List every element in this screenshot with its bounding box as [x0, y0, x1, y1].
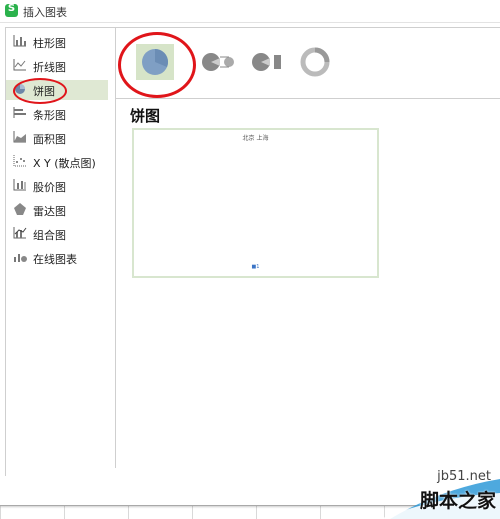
chart-main-panel: 饼图 北京 上海 ■1 — [116, 28, 500, 474]
chart-subtype-row — [116, 28, 500, 99]
combo-chart-icon — [13, 227, 27, 239]
bar-chart-icon — [13, 107, 26, 118]
sidebar-item-label: X Y (散点图) — [33, 157, 96, 170]
subtype-bar-of-pie[interactable] — [248, 44, 286, 80]
sidebar-item-online[interactable]: 在线图表 — [6, 248, 115, 268]
line-chart-icon — [13, 59, 26, 71]
dialog-title: 插入图表 — [23, 6, 67, 19]
sidebar-item-column[interactable]: 柱形图 — [6, 32, 115, 52]
spreadsheet-app-icon — [5, 3, 18, 17]
chart-preview[interactable]: 北京 上海 ■1 — [132, 128, 379, 278]
sidebar-item-label: 柱形图 — [33, 37, 66, 50]
watermark-url: jb51.net — [437, 469, 491, 484]
title-bar: 插入图表 — [0, 0, 500, 23]
sidebar-item-label: 折线图 — [33, 61, 66, 74]
section-title: 饼图 — [130, 107, 161, 125]
preview-legend: ■1 — [251, 264, 260, 270]
radar-chart-icon — [14, 203, 26, 215]
pie-of-pie-icon — [202, 53, 234, 71]
insert-chart-dialog: 插入图表 柱形图 折线图 饼图 — [0, 0, 500, 506]
dialog-body: 柱形图 折线图 饼图 条形图 面积图 X Y (散点图) 股价图 雷达图 组合图… — [5, 27, 500, 477]
sidebar-item-label: 组合图 — [33, 229, 66, 242]
subtype-doughnut[interactable] — [296, 44, 334, 80]
doughnut-icon — [300, 47, 330, 77]
column-chart-icon — [13, 35, 26, 47]
scatter-chart-icon — [13, 155, 26, 167]
sidebar-item-label: 面积图 — [33, 133, 66, 146]
online-chart-icon — [14, 254, 27, 262]
sidebar-item-line[interactable]: 折线图 — [6, 56, 115, 76]
stock-chart-icon — [13, 179, 26, 191]
watermark: jb51.net 脚本之家 — [380, 449, 500, 519]
sidebar-item-label: 条形图 — [33, 109, 66, 122]
highlight-circle-subtype — [118, 32, 196, 98]
sidebar-item-scatter[interactable]: X Y (散点图) — [6, 152, 115, 172]
sidebar-item-area[interactable]: 面积图 — [6, 128, 115, 148]
watermark-brand: 脚本之家 — [419, 490, 496, 512]
preview-chart-title: 北京 上海 — [242, 135, 269, 142]
sidebar-item-stock[interactable]: 股价图 — [6, 176, 115, 196]
area-chart-icon — [13, 131, 26, 143]
sidebar-item-label: 在线图表 — [33, 253, 77, 266]
sidebar-item-combo[interactable]: 组合图 — [6, 224, 115, 244]
sidebar-item-radar[interactable]: 雷达图 — [6, 200, 115, 220]
highlight-circle-sidebar — [13, 78, 67, 104]
sidebar-item-bar[interactable]: 条形图 — [6, 104, 115, 124]
bar-of-pie-icon — [252, 53, 281, 71]
chart-type-sidebar: 柱形图 折线图 饼图 条形图 面积图 X Y (散点图) 股价图 雷达图 组合图… — [6, 28, 116, 468]
sidebar-item-label: 雷达图 — [33, 205, 66, 218]
sidebar-item-label: 股价图 — [33, 181, 66, 194]
subtype-pie-of-pie[interactable] — [200, 44, 238, 80]
